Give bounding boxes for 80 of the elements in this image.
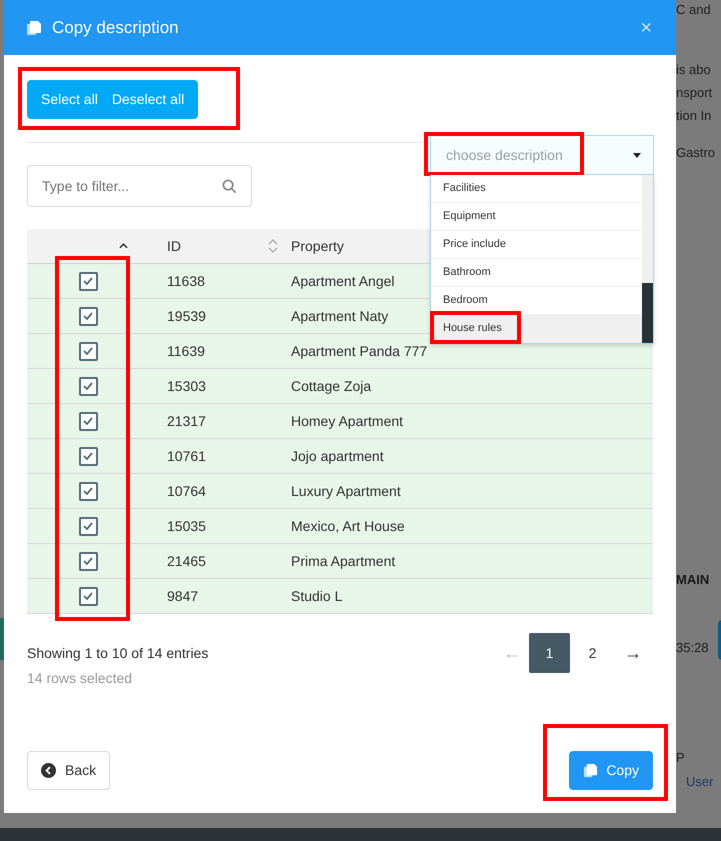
table-cell-text: 21317 <box>166 412 207 430</box>
check-icon <box>83 382 93 390</box>
checkbox[interactable] <box>78 306 98 326</box>
checkbox[interactable] <box>78 412 98 430</box>
back-button[interactable]: Back <box>27 751 110 790</box>
sort-caret-icon[interactable] <box>119 243 128 249</box>
table-row[interactable]: 9847 Studio L <box>27 579 653 614</box>
table-row[interactable]: 10761 Jojo apartment <box>27 439 653 474</box>
background-text: tion In <box>676 107 712 125</box>
check-icon <box>83 452 93 460</box>
column-header[interactable]: ID <box>140 236 240 256</box>
checkbox[interactable] <box>78 342 98 360</box>
table-cell-text: Studio L <box>291 586 342 606</box>
page-button[interactable]: 1 <box>529 633 570 673</box>
copy-icon <box>26 20 42 36</box>
background-text: nsport <box>676 84 712 102</box>
table-cell-text: Prima Apartment <box>291 552 396 571</box>
copy-icon <box>583 763 598 778</box>
page-button[interactable]: 2 <box>572 633 613 673</box>
table-row[interactable]: 21317 Homey Apartment <box>27 404 653 439</box>
column-header[interactable]: Property <box>291 236 344 256</box>
filter-field[interactable]: Type to filter... <box>27 165 252 207</box>
check-icon <box>83 277 93 285</box>
background-text: Gastro <box>676 144 716 162</box>
dialog-title: Copy description <box>52 16 179 39</box>
table-cell-text: 11639 <box>166 342 206 360</box>
check-icon <box>83 347 93 355</box>
selection-info: 14 rows selected <box>27 669 134 688</box>
table-row[interactable]: 10764 Luxury Apartment <box>27 474 653 509</box>
table-cell-text: Apartment Panda 777 <box>291 342 428 361</box>
checkbox[interactable] <box>78 376 98 396</box>
table-cell-text: 10764 <box>166 482 207 500</box>
table-cell-text: 15303 <box>166 376 207 396</box>
check-icon <box>83 487 93 495</box>
dropdown-option[interactable]: Price include <box>431 231 642 259</box>
checkbox[interactable] <box>78 586 98 606</box>
table-cell-text: Apartment Naty <box>291 306 388 326</box>
back-icon <box>41 763 56 778</box>
background-heading: MAIN <box>676 571 710 589</box>
background-text: is abo <box>676 61 711 79</box>
table-cell-text: 15035 <box>166 516 207 536</box>
table-cell-text: 19539 <box>166 306 207 326</box>
scrollbar[interactable] <box>642 175 653 343</box>
dropdown-option[interactable]: Equipment <box>431 203 642 231</box>
table-cell-text: 11638 <box>166 272 206 290</box>
select-placeholder: choose description <box>446 146 563 165</box>
table-cell-text: 21465 <box>166 552 207 570</box>
table-cell-text: Mexico, Art House <box>291 516 405 536</box>
check-icon <box>83 592 93 600</box>
dropdown-option[interactable]: Facilities <box>431 175 642 203</box>
entries-info: Showing 1 to 10 of 14 entries <box>27 644 208 663</box>
next-page-button[interactable]: → <box>613 633 653 673</box>
dropdown-option[interactable]: Bathroom <box>431 259 642 287</box>
check-icon <box>83 312 93 320</box>
check-icon <box>83 417 93 425</box>
filter-input[interactable]: Type to filter... <box>42 176 222 196</box>
check-icon <box>83 522 93 530</box>
dropdown-option[interactable]: Bedroom <box>431 287 642 315</box>
dropdown-option[interactable]: House rules <box>431 315 642 343</box>
checkbox[interactable] <box>78 552 98 570</box>
background-text: P <box>676 749 685 767</box>
search-icon <box>222 178 237 194</box>
checkbox[interactable] <box>78 482 98 500</box>
background-text: 35:28 <box>676 639 709 657</box>
table-cell-text: Apartment Angel <box>291 272 395 291</box>
table-cell-text: Cottage Zoja <box>291 376 372 396</box>
table-row[interactable]: 15303 Cottage Zoja <box>27 369 653 404</box>
check-icon <box>83 557 93 565</box>
table-cell-text: Luxury Apartment <box>291 482 401 501</box>
table-row[interactable]: 21465 Prima Apartment <box>27 544 653 579</box>
table-cell-text: 9847 <box>166 586 200 606</box>
table-row[interactable]: 15035 Mexico, Art House <box>27 509 653 544</box>
background-text: C and <box>676 1 711 19</box>
caret-icon <box>633 152 641 158</box>
checkbox[interactable] <box>78 272 98 290</box>
checkbox[interactable] <box>78 516 98 536</box>
table-cell-text: 10761 <box>166 446 207 466</box>
table-cell-text: Jojo apartment <box>291 446 384 466</box>
table-cell-text: Homey Apartment <box>291 412 404 431</box>
checkbox[interactable] <box>78 446 98 466</box>
